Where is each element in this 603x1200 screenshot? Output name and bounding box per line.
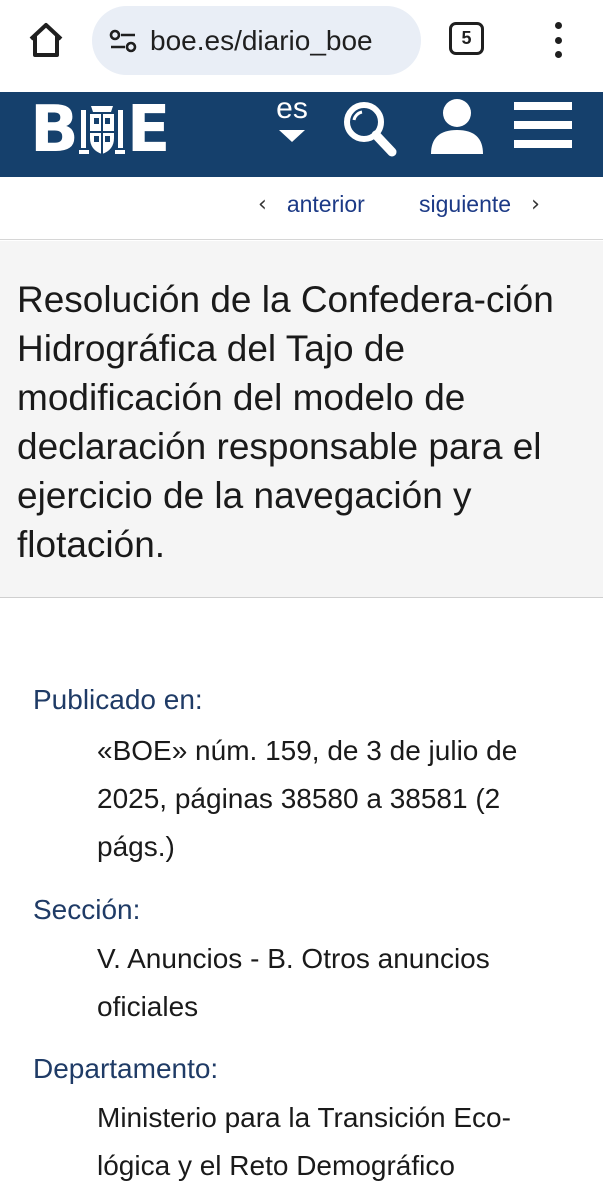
chevron-right-icon: › [531,192,540,217]
published-label: Publicado en: [33,684,203,715]
next-link[interactable]: siguiente › [419,191,540,218]
coat-of-arms-icon [78,106,125,154]
url-text: boe.es/diario_boe [150,24,373,56]
previous-label: anterior [286,191,365,217]
tabs-button[interactable]: 5 [449,22,484,55]
browser-toolbar: boe.es/diario_boe 5 [0,0,603,92]
language-code: es [276,92,308,125]
home-button[interactable] [22,18,70,62]
user-icon[interactable] [428,96,486,156]
document-title: Resolución de la Confedera-ción Hidrográ… [17,279,554,565]
tune-icon[interactable] [108,26,138,56]
department-value: Ministerio para la Transición Eco-lógica… [97,1102,511,1181]
chevron-left-icon: ‹ [258,192,267,217]
boe-logo[interactable]: B E [30,98,188,162]
section-value: V. Anuncios - B. Otros anuncios oficiale… [97,943,490,1022]
document-pager: ‹ anterior siguiente › [0,177,603,240]
published-value: «BOE» núm. 159, de 3 de julio de 2025, p… [97,735,518,862]
language-selector[interactable]: es [272,94,312,150]
home-icon [29,23,63,57]
previous-link[interactable]: ‹ anterior [258,191,365,218]
site-header: B E es [0,92,603,177]
hamburger-icon[interactable] [514,102,572,148]
caret-down-icon [279,130,305,142]
section-label: Sección: [33,894,141,925]
tab-count: 5 [461,28,472,48]
next-label: siguiente [419,191,512,217]
more-vert-icon[interactable] [546,18,570,62]
search-icon[interactable] [340,98,400,158]
document-title-box: Resolución de la Confedera-ción Hidrográ… [0,241,603,598]
department-label: Departamento: [33,1053,219,1084]
url-bar[interactable]: boe.es/diario_boe [92,6,421,75]
